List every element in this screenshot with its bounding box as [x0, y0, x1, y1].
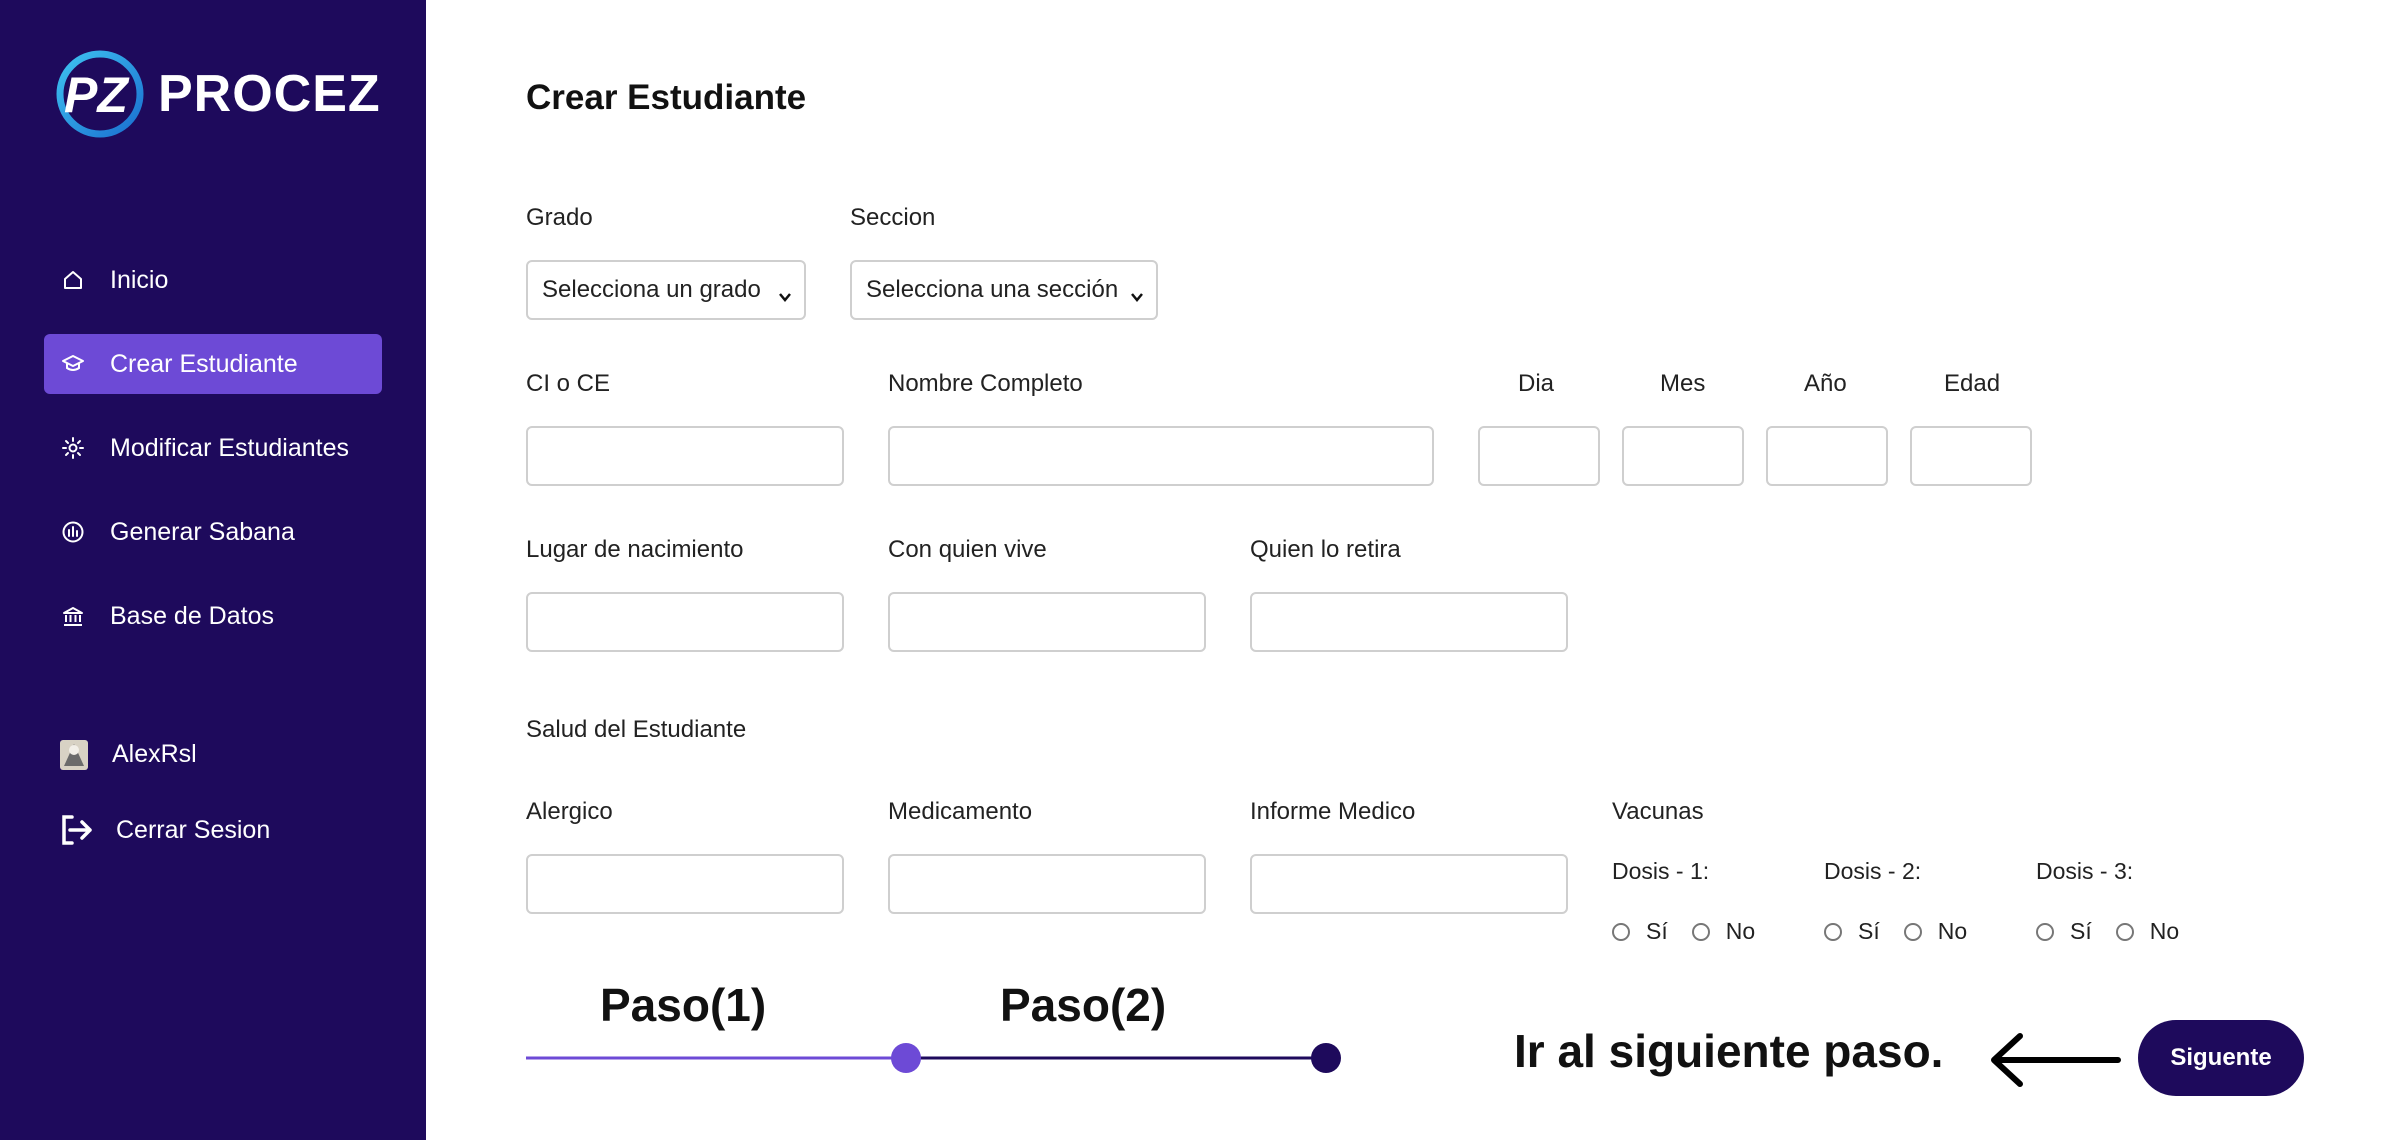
nombre-label: Nombre Completo	[888, 370, 1083, 397]
mes-label: Mes	[1660, 370, 1706, 397]
dosis-3-label: Dosis - 3:	[2036, 858, 2134, 884]
ci-input[interactable]	[526, 426, 844, 486]
step-1-dot[interactable]	[891, 1043, 921, 1073]
alergico-label: Alergico	[526, 798, 613, 825]
logo-mark: PZ	[54, 46, 150, 142]
logout-icon	[58, 812, 94, 848]
step-2-dot[interactable]	[1311, 1043, 1341, 1073]
sidebar-item-label: Crear Estudiante	[110, 349, 298, 378]
dosis-3-no-label: No	[2149, 918, 2180, 944]
dosis-2-yes-label: Sí	[1858, 918, 1880, 944]
sidebar: PZ PROCEZ Inicio Crear Estudiante Modifi…	[0, 0, 426, 1140]
seccion-selected-value: Selecciona una sección	[866, 276, 1119, 303]
dosis-3-yes-radio[interactable]	[2036, 922, 2054, 941]
dosis-1-no-label: No	[1725, 918, 1756, 944]
lugar-label: Lugar de nacimiento	[526, 536, 744, 563]
building-icon	[60, 519, 86, 545]
dosis-2-label: Dosis - 2:	[1824, 858, 1922, 884]
dosis-3-no-radio[interactable]	[2115, 922, 2134, 941]
seccion-select[interactable]: Selecciona una sección	[850, 260, 1158, 320]
dosis-3-yes-label: Sí	[2070, 918, 2092, 944]
vive-input[interactable]	[888, 592, 1206, 652]
page-title: Crear Estudiante	[526, 78, 807, 117]
informe-label: Informe Medico	[1250, 798, 1416, 825]
sidebar-item-base-de-datos[interactable]: Base de Datos	[44, 586, 382, 646]
medicamento-input[interactable]	[888, 854, 1206, 914]
grado-select[interactable]: Selecciona un grado	[526, 260, 806, 320]
edad-label: Edad	[1944, 370, 2001, 397]
dosis-1-options: Sí No	[1612, 918, 1779, 945]
next-button[interactable]: Siguente	[2138, 1020, 2304, 1096]
retira-label: Quien lo retira	[1250, 536, 1401, 563]
bank-icon	[60, 603, 86, 629]
step-2-label: Paso(2)	[1000, 979, 1167, 1031]
main-content: Crear Estudiante Grado Selecciona un gra…	[426, 0, 2400, 1140]
chevron-down-icon	[778, 283, 792, 302]
sidebar-item-generar-sabana[interactable]: Generar Sabana	[44, 502, 382, 562]
vacunas-label: Vacunas	[1612, 798, 1704, 825]
alergico-input[interactable]	[526, 854, 844, 914]
anio-label: Año	[1804, 370, 1847, 397]
next-step-hint: Ir al siguiente paso.	[1514, 1025, 1944, 1077]
grado-label: Grado	[526, 204, 593, 231]
lugar-input[interactable]	[526, 592, 844, 652]
dosis-2-no-radio[interactable]	[1903, 922, 1922, 941]
medicamento-label: Medicamento	[888, 798, 1033, 825]
dosis-2-no-label: No	[1937, 918, 1968, 944]
dosis-3-options: Sí No	[2036, 918, 2203, 945]
dia-label: Dia	[1518, 370, 1555, 397]
user-name: AlexRsl	[112, 739, 197, 768]
graduation-cap-icon	[60, 351, 86, 377]
informe-input[interactable]	[1250, 854, 1568, 914]
svg-text:PZ: PZ	[64, 67, 130, 123]
sidebar-item-label: Inicio	[110, 265, 169, 294]
chevron-down-icon	[1130, 283, 1144, 302]
sidebar-item-modificar-estudiantes[interactable]: Modificar Estudiantes	[44, 418, 382, 478]
ci-label: CI o CE	[526, 370, 611, 397]
retira-input[interactable]	[1250, 592, 1568, 652]
dosis-1-label: Dosis - 1:	[1612, 858, 1710, 884]
sidebar-item-inicio[interactable]: Inicio	[44, 250, 382, 310]
sidebar-item-crear-estudiante[interactable]: Crear Estudiante	[44, 334, 382, 394]
arrow-left-icon	[1986, 1030, 2122, 1090]
mes-input[interactable]	[1622, 426, 1744, 486]
dia-input[interactable]	[1478, 426, 1600, 486]
app-logo[interactable]: PZ PROCEZ	[54, 44, 380, 144]
step-1-label: Paso(1)	[600, 979, 767, 1031]
home-icon	[60, 267, 86, 293]
gear-icon	[60, 435, 86, 461]
logout-button[interactable]: Cerrar Sesion	[58, 812, 270, 848]
dosis-1-yes-label: Sí	[1646, 918, 1668, 944]
dosis-1-no-radio[interactable]	[1691, 922, 1710, 941]
nombre-input[interactable]	[888, 426, 1434, 486]
logout-label: Cerrar Sesion	[116, 815, 271, 844]
dosis-1-yes-radio[interactable]	[1612, 922, 1630, 941]
dosis-2-options: Sí No	[1824, 918, 1991, 945]
grado-selected-value: Selecciona un grado	[542, 276, 761, 303]
user-profile[interactable]: AlexRsl	[58, 736, 197, 772]
avatar	[58, 736, 92, 772]
sidebar-item-label: Base de Datos	[110, 601, 274, 630]
sidebar-item-label: Modificar Estudiantes	[110, 433, 350, 462]
sidebar-nav: Inicio Crear Estudiante Modificar Estudi…	[44, 250, 382, 670]
seccion-label: Seccion	[850, 204, 936, 231]
sidebar-item-label: Generar Sabana	[110, 517, 295, 546]
edad-input[interactable]	[1910, 426, 2032, 486]
dosis-2-yes-radio[interactable]	[1824, 922, 1842, 941]
salud-section-title: Salud del Estudiante	[526, 716, 747, 743]
stepper-track	[526, 1043, 1341, 1073]
app-name: PROCEZ	[158, 65, 381, 123]
vive-label: Con quien vive	[888, 536, 1047, 563]
anio-input[interactable]	[1766, 426, 1888, 486]
